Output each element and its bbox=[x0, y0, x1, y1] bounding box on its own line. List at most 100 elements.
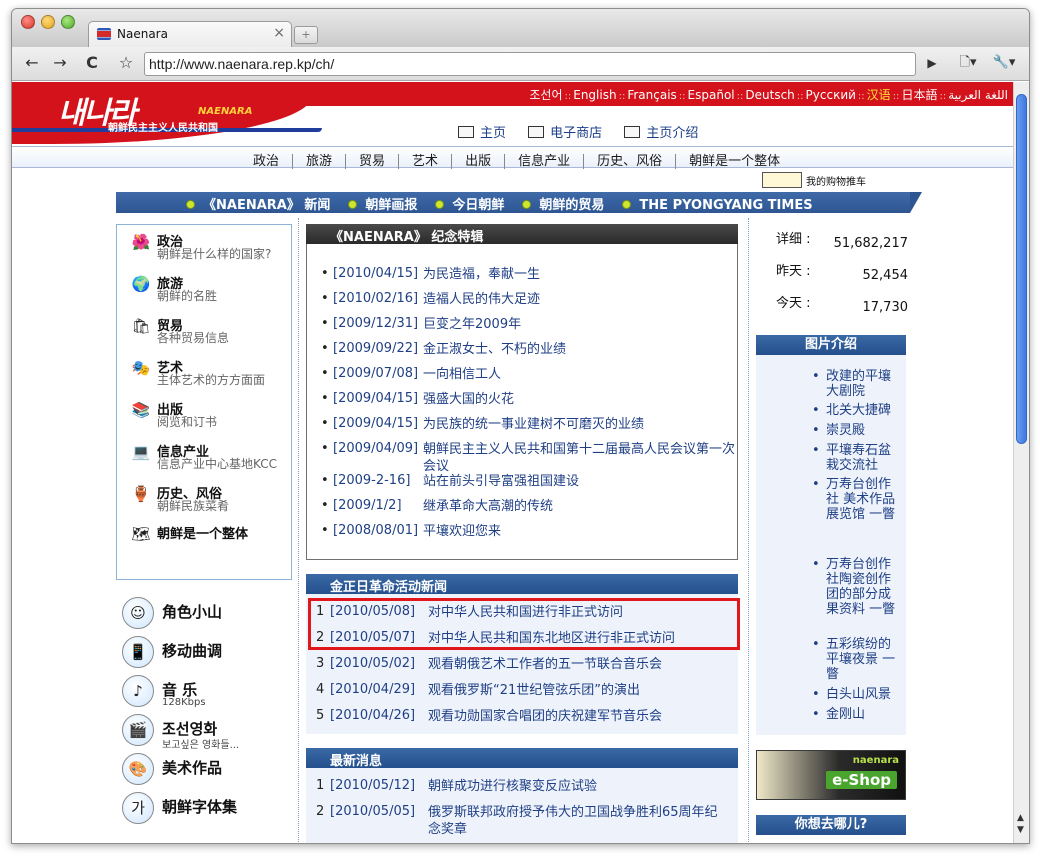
language-link[interactable]: Deutsch bbox=[745, 88, 794, 102]
picture-link[interactable]: • 崇灵殿 bbox=[812, 423, 902, 438]
bullet-icon: • bbox=[812, 443, 820, 458]
tools-menu-button[interactable]: 🔧▾ bbox=[988, 52, 1020, 76]
forward-button[interactable]: → bbox=[48, 52, 72, 76]
picture-link[interactable]: • 金刚山 bbox=[812, 707, 902, 722]
news-item[interactable]: 5 [2010/04/26] 观看功勋国家合唱团的庆祝建军节音乐会 bbox=[316, 708, 736, 728]
picture-link[interactable]: • 北关大捷碑 bbox=[812, 403, 902, 418]
media-link[interactable]: ☺ 角色小山 bbox=[122, 597, 298, 633]
home-icon bbox=[458, 126, 474, 138]
newsbar-link[interactable]: THE PYONGYANG TIMES bbox=[622, 198, 813, 213]
menu-item[interactable]: 贸易 bbox=[346, 154, 400, 169]
minimize-window-button[interactable] bbox=[41, 15, 55, 29]
eshop-banner[interactable]: naenara e-Shop bbox=[756, 750, 906, 800]
pictures-heading: 图片介绍 bbox=[756, 335, 906, 355]
media-link[interactable]: 🎨 美术作品 bbox=[122, 753, 298, 789]
new-tab-button[interactable]: + bbox=[294, 26, 318, 44]
item-number: 3 bbox=[316, 656, 325, 671]
media-link[interactable]: 📱 移动曲调 bbox=[122, 636, 298, 672]
picture-link[interactable]: • 万寿台创作社陶瓷创作团的部分成果资料 一瞥 bbox=[812, 557, 902, 617]
where-heading: 你想去哪儿? bbox=[756, 815, 906, 835]
bullet-icon: • bbox=[321, 391, 329, 406]
category-item[interactable]: 🗺 朝鲜是一个整体 bbox=[127, 523, 291, 563]
bullet-icon: • bbox=[812, 423, 820, 438]
browser-tab[interactable]: Naenara × bbox=[88, 21, 292, 47]
address-bar[interactable]: http://www.naenara.rep.kp/ch/ bbox=[144, 52, 916, 76]
bullet-icon: • bbox=[321, 266, 329, 281]
scroll-down-icon[interactable]: ▼ bbox=[1017, 825, 1024, 835]
category-item[interactable]: 🎭 艺术 主体艺术的方方面面 bbox=[127, 357, 291, 397]
page-menu-button[interactable]: 🗋▾ bbox=[952, 52, 984, 76]
bullet-icon bbox=[522, 200, 532, 209]
media-icon: 📱 bbox=[122, 636, 154, 668]
language-link[interactable]: English bbox=[573, 88, 616, 102]
language-link[interactable]: 조선어 bbox=[529, 88, 562, 102]
category-item[interactable]: 📚 出版 阅览和订书 bbox=[127, 399, 291, 439]
scroll-thumb[interactable] bbox=[1016, 94, 1027, 444]
featured-item[interactable]: • [2009/04/09] 朝鲜民主主义人民共和国第十二届最高人民会议第一次会议 bbox=[321, 441, 737, 474]
category-item[interactable]: 🌍 旅游 朝鲜的名胜 bbox=[127, 273, 291, 313]
bullet-icon: • bbox=[812, 403, 820, 418]
bullet-icon: • bbox=[321, 523, 329, 538]
language-link[interactable]: اللغة العربية bbox=[948, 88, 1008, 102]
cart-icon bbox=[528, 126, 545, 138]
picture-link[interactable]: • 改建的平壤大剧院 bbox=[812, 369, 902, 399]
category-item[interactable]: 🛍 贸易 各种贸易信息 bbox=[127, 315, 291, 355]
topnav-eshop[interactable]: 电子商店 bbox=[528, 126, 602, 141]
language-link[interactable]: Español bbox=[688, 88, 735, 102]
close-window-button[interactable] bbox=[21, 15, 35, 29]
menu-item[interactable]: 旅游 bbox=[293, 154, 347, 169]
item-text: 一向相信工人 bbox=[423, 367, 502, 382]
news-item[interactable]: 2 [2010/05/05] 俄罗斯联邦政府授予伟大的卫国战争胜利65周年纪念奖章 bbox=[316, 804, 736, 838]
category-item[interactable]: 🏺 历史、风俗 朝鲜民族菜肴 bbox=[127, 483, 291, 523]
news-item[interactable]: 3 [2010/05/02] 观看朝俄艺术工作者的五一节联合音乐会 bbox=[316, 656, 736, 676]
vertical-scrollbar[interactable]: ▲ ▼ bbox=[1013, 82, 1029, 843]
item-number: 4 bbox=[316, 682, 325, 697]
topnav-about[interactable]: 主页介绍 bbox=[624, 126, 698, 141]
maximize-window-button[interactable] bbox=[61, 15, 75, 29]
topnav-home[interactable]: 主页 bbox=[458, 126, 506, 141]
go-button[interactable]: ▶ bbox=[920, 52, 944, 76]
reload-button[interactable]: C bbox=[80, 52, 104, 76]
item-date: [2009/04/09] bbox=[333, 441, 419, 456]
tab-close-icon[interactable]: × bbox=[273, 25, 285, 41]
bookmark-star-icon[interactable]: ☆ bbox=[114, 52, 138, 76]
language-link[interactable]: 汉语 bbox=[867, 88, 891, 102]
newsbar-link[interactable]: 今日朝鲜 bbox=[435, 198, 504, 213]
news-item[interactable]: 4 [2010/04/29] 观看俄罗斯“21世纪管弦乐团”的演出 bbox=[316, 682, 736, 702]
newsbar-link[interactable]: 《NAENARA》 新闻 bbox=[186, 198, 330, 213]
bullet-icon: • bbox=[812, 707, 820, 722]
eshop-logo: e-Shop bbox=[826, 771, 897, 789]
category-title: 朝鲜是一个整体 bbox=[157, 527, 249, 542]
stat-value: 52,454 bbox=[862, 268, 909, 283]
language-link[interactable]: 日本語 bbox=[901, 88, 937, 102]
menu-item[interactable]: 朝鲜是一个整体 bbox=[676, 154, 793, 169]
newsbar-link[interactable]: 朝鲜画报 bbox=[348, 198, 417, 213]
menu-item[interactable]: 出版 bbox=[452, 154, 506, 169]
picture-link[interactable]: • 平壤寿石盆栽交流社 bbox=[812, 443, 902, 473]
picture-link[interactable]: • 白头山风景 bbox=[812, 687, 902, 702]
menu-item[interactable]: 艺术 bbox=[399, 154, 453, 169]
language-link[interactable]: Français bbox=[627, 88, 676, 102]
media-link[interactable]: 가 朝鲜字体集 bbox=[122, 792, 298, 828]
category-item[interactable]: 💻 信息产业 信息产业中心基地KCC bbox=[127, 441, 291, 481]
featured-item[interactable]: • [2008/08/01] 平壤欢迎您来 bbox=[321, 523, 737, 555]
scroll-up-icon[interactable]: ▲ bbox=[1017, 813, 1024, 823]
newsbar-link[interactable]: 朝鲜的贸易 bbox=[522, 198, 604, 213]
shopping-cart-link[interactable]: 我的购物推车 bbox=[762, 172, 866, 188]
menu-item[interactable]: 历史、风俗 bbox=[584, 154, 677, 169]
menu-item[interactable]: 信息产业 bbox=[505, 154, 585, 169]
media-link[interactable]: 🎬 조선영화 보고싶은 영화들... bbox=[122, 714, 298, 751]
picture-link[interactable]: • 五彩缤纷的平壤夜景 一瞥 bbox=[812, 637, 902, 682]
language-link[interactable]: Русский bbox=[806, 88, 856, 102]
category-item[interactable]: 🌺 政治 朝鲜是什么样的国家? bbox=[127, 231, 291, 271]
bullet-icon: • bbox=[812, 637, 820, 652]
item-date: [2010/04/29] bbox=[330, 682, 416, 697]
category-icon: 📚 bbox=[131, 401, 151, 419]
media-link[interactable]: ♪ 音 乐 128Kbps bbox=[122, 675, 298, 711]
menu-item[interactable]: 政治 bbox=[240, 154, 294, 169]
item-number: 2 bbox=[316, 804, 325, 819]
back-button[interactable]: ← bbox=[20, 52, 44, 76]
item-text: 俄罗斯联邦政府授予伟大的卫国战争胜利65周年纪念奖章 bbox=[428, 805, 718, 837]
picture-link[interactable]: • 万寿台创作社 美术作品展览馆 一瞥 bbox=[812, 477, 902, 522]
item-text: 金正淑女士、不朽的业绩 bbox=[423, 342, 567, 357]
